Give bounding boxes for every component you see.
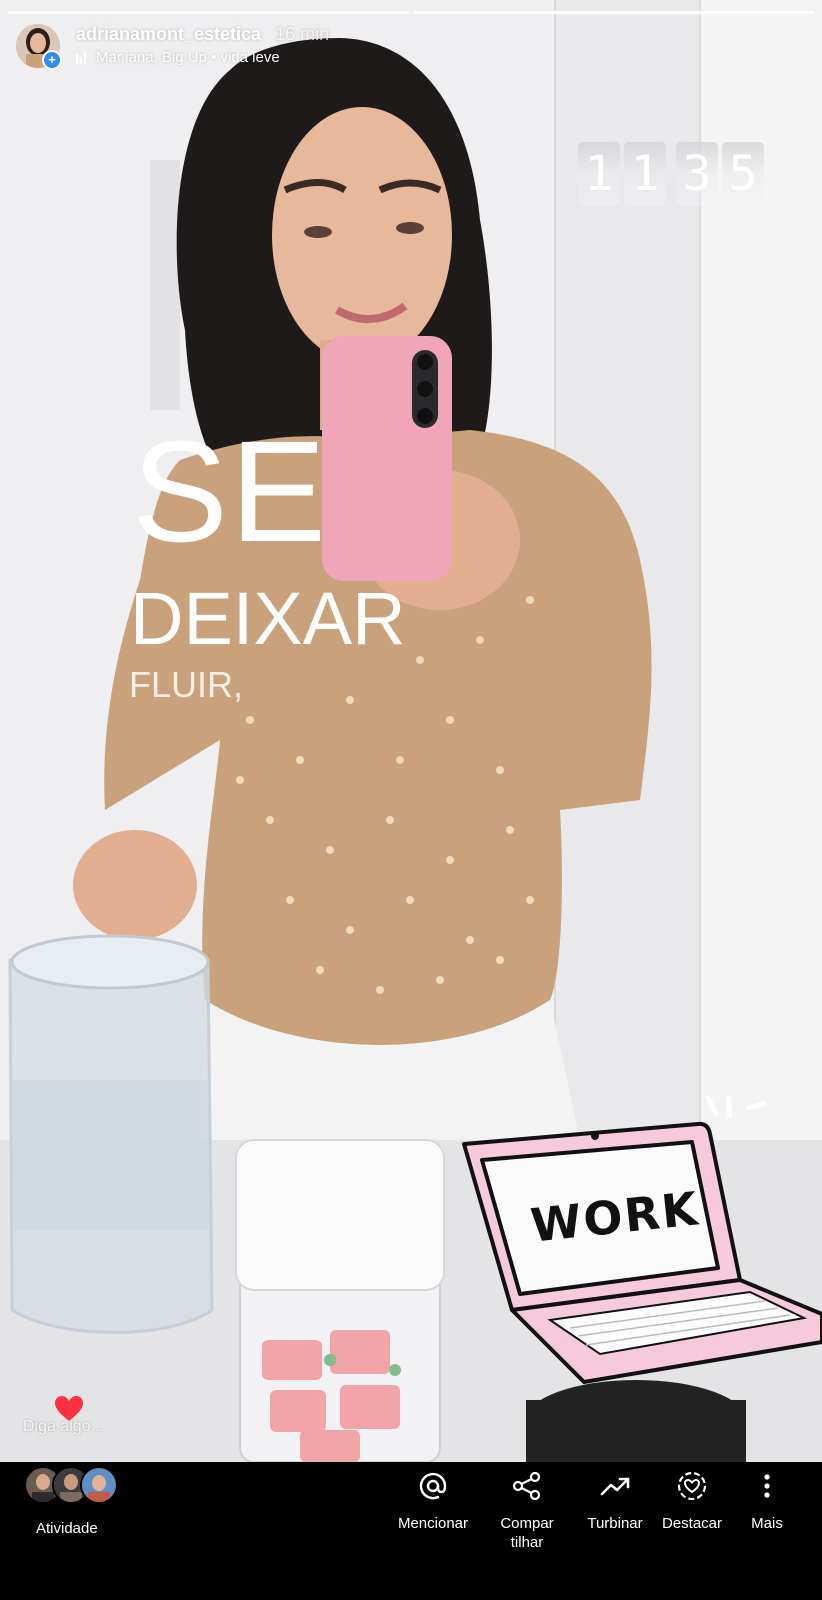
overlay-text-line2: DEIXAR [130,577,406,660]
post-time: 16 min [275,24,330,44]
highlight-button[interactable]: Destacar [649,1462,735,1533]
viewer-avatar [80,1466,118,1504]
overlay-text-line3: FLUIR, [129,664,244,705]
clock-digit: 5 [722,142,764,206]
clock-digit: 1 [578,142,620,206]
clock-digit: 1 [624,142,666,206]
boost-label: Turbinar [587,1515,643,1532]
boost-button[interactable]: Turbinar [572,1462,658,1533]
activity-label: Atividade [36,1520,98,1537]
story-progress [8,11,814,14]
story-bottom-bar: Atividade Mencionar Compartilhar Turbina… [0,1462,822,1600]
mention-label: Mencionar [397,1515,469,1532]
profile-avatar[interactable]: + [16,24,62,70]
activity-button[interactable]: Atividade [24,1462,120,1537]
share-button[interactable]: Compartilhar [484,1462,570,1552]
mention-button[interactable]: Mencionar [390,1462,476,1533]
story-view[interactable]: + adrianamont_estetica 16 min Mar.iana, B… [0,0,822,1462]
clock-sticker[interactable]: 1 1 3 5 [578,142,764,206]
music-attribution[interactable]: Mar.iana, Big Up • vida leve [76,49,329,66]
story-header: + adrianamont_estetica 16 min Mar.iana, B… [16,24,330,70]
username[interactable]: adrianamont_estetica [76,24,261,44]
reply-prompt[interactable]: Diga algo... [23,1418,104,1436]
at-icon [419,1472,447,1500]
more-vertical-icon [764,1474,770,1498]
viewer-avatars [24,1466,120,1506]
highlight-label: Destacar [661,1515,723,1532]
more-button[interactable]: Mais [725,1462,809,1533]
laptop-sticker [462,1096,822,1384]
more-label: Mais [751,1515,783,1532]
add-story-icon[interactable]: + [42,50,62,70]
highlight-icon [677,1471,707,1501]
progress-segment [8,11,409,14]
share-label: Compartilhar [500,1515,554,1551]
music-bars-icon [76,51,86,64]
trending-up-icon [600,1477,630,1496]
overlay-text-line1: SE [132,411,329,572]
music-label: Mar.iana, Big Up • vida leve [96,49,280,66]
progress-segment [413,11,814,14]
share-icon [512,1472,541,1500]
clock-digit: 3 [676,142,718,206]
